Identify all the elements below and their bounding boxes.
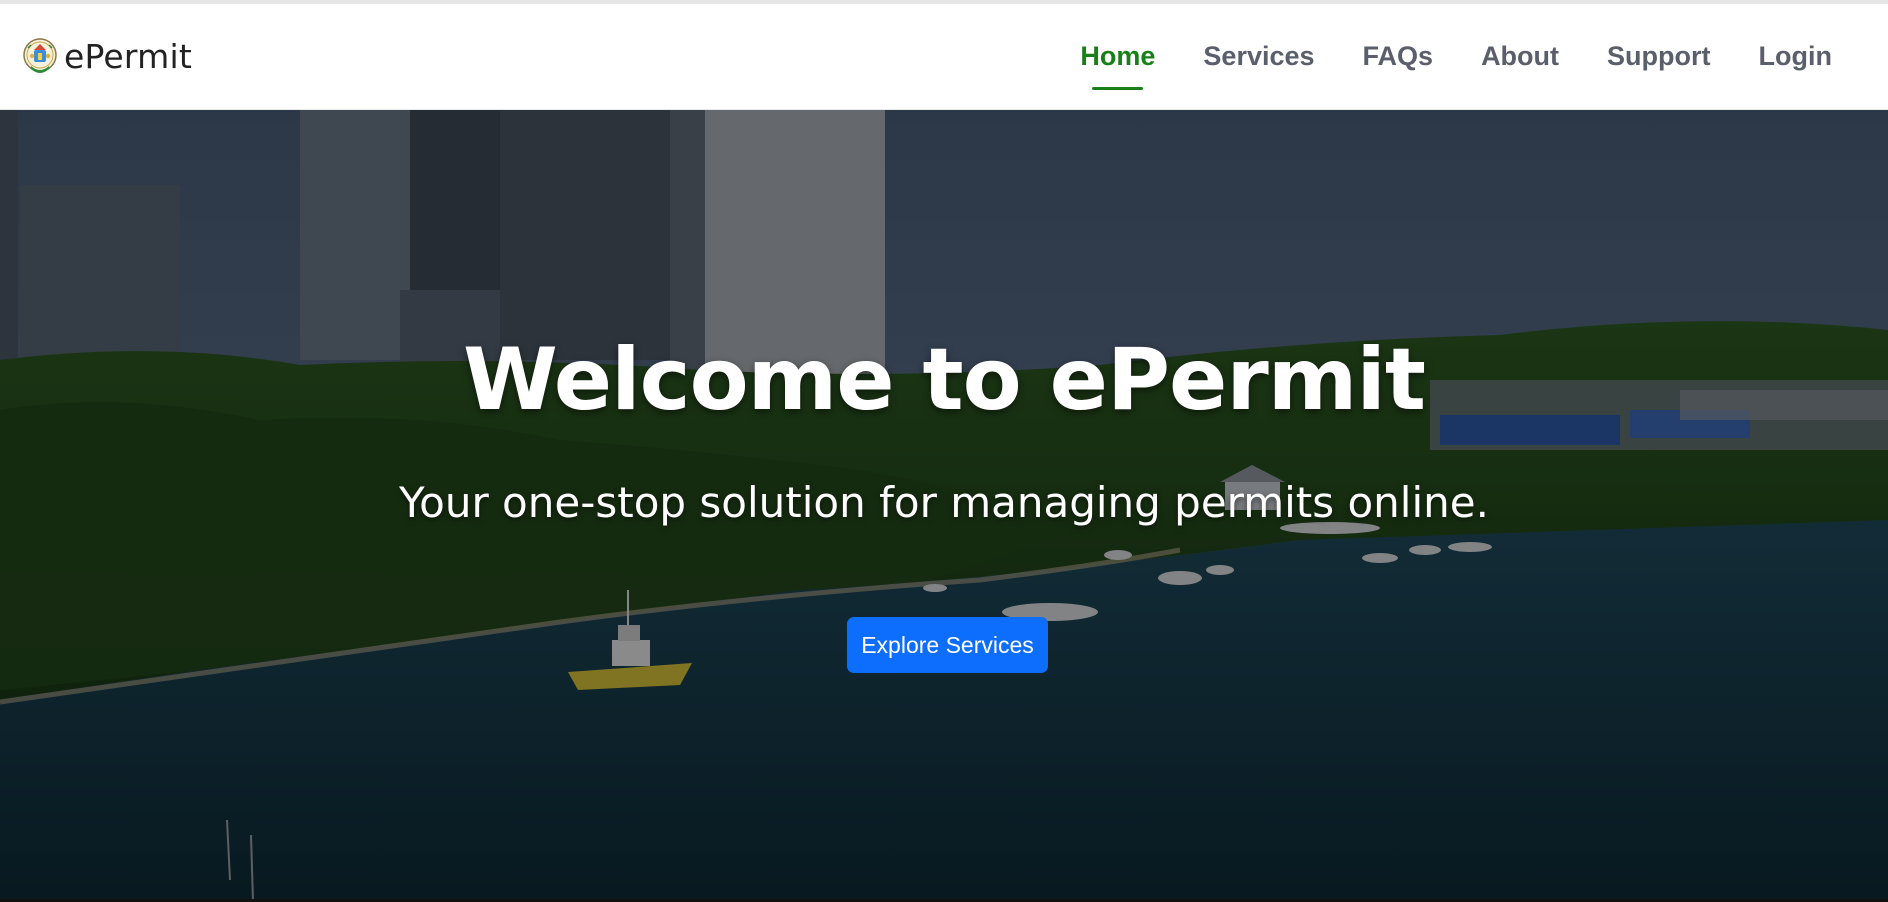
hero-title: Welcome to ePermit: [463, 330, 1426, 430]
navbar: ePermit Home Services FAQs About Support…: [0, 4, 1888, 110]
explore-services-button[interactable]: Explore Services: [847, 617, 1048, 673]
brand-link[interactable]: ePermit: [22, 36, 192, 78]
coat-of-arms-icon: [23, 37, 57, 73]
nav-item-login[interactable]: Login: [1759, 31, 1832, 82]
brand-name: ePermit: [64, 37, 192, 76]
hero-subtitle: Your one-stop solution for managing perm…: [399, 478, 1489, 527]
nav-item-support[interactable]: Support: [1607, 31, 1710, 82]
nav-item-faqs[interactable]: FAQs: [1363, 31, 1434, 82]
nav-item-about[interactable]: About: [1481, 31, 1559, 82]
main-nav: Home Services FAQs About Support Login: [1080, 31, 1832, 90]
hero-content: Welcome to ePermit Your one-stop solutio…: [0, 110, 1888, 902]
hero-section: Welcome to ePermit Your one-stop solutio…: [0, 110, 1888, 902]
nav-item-home[interactable]: Home: [1080, 31, 1155, 90]
page: ePermit Home Services FAQs About Support…: [0, 0, 1888, 902]
nav-item-services[interactable]: Services: [1203, 31, 1314, 82]
